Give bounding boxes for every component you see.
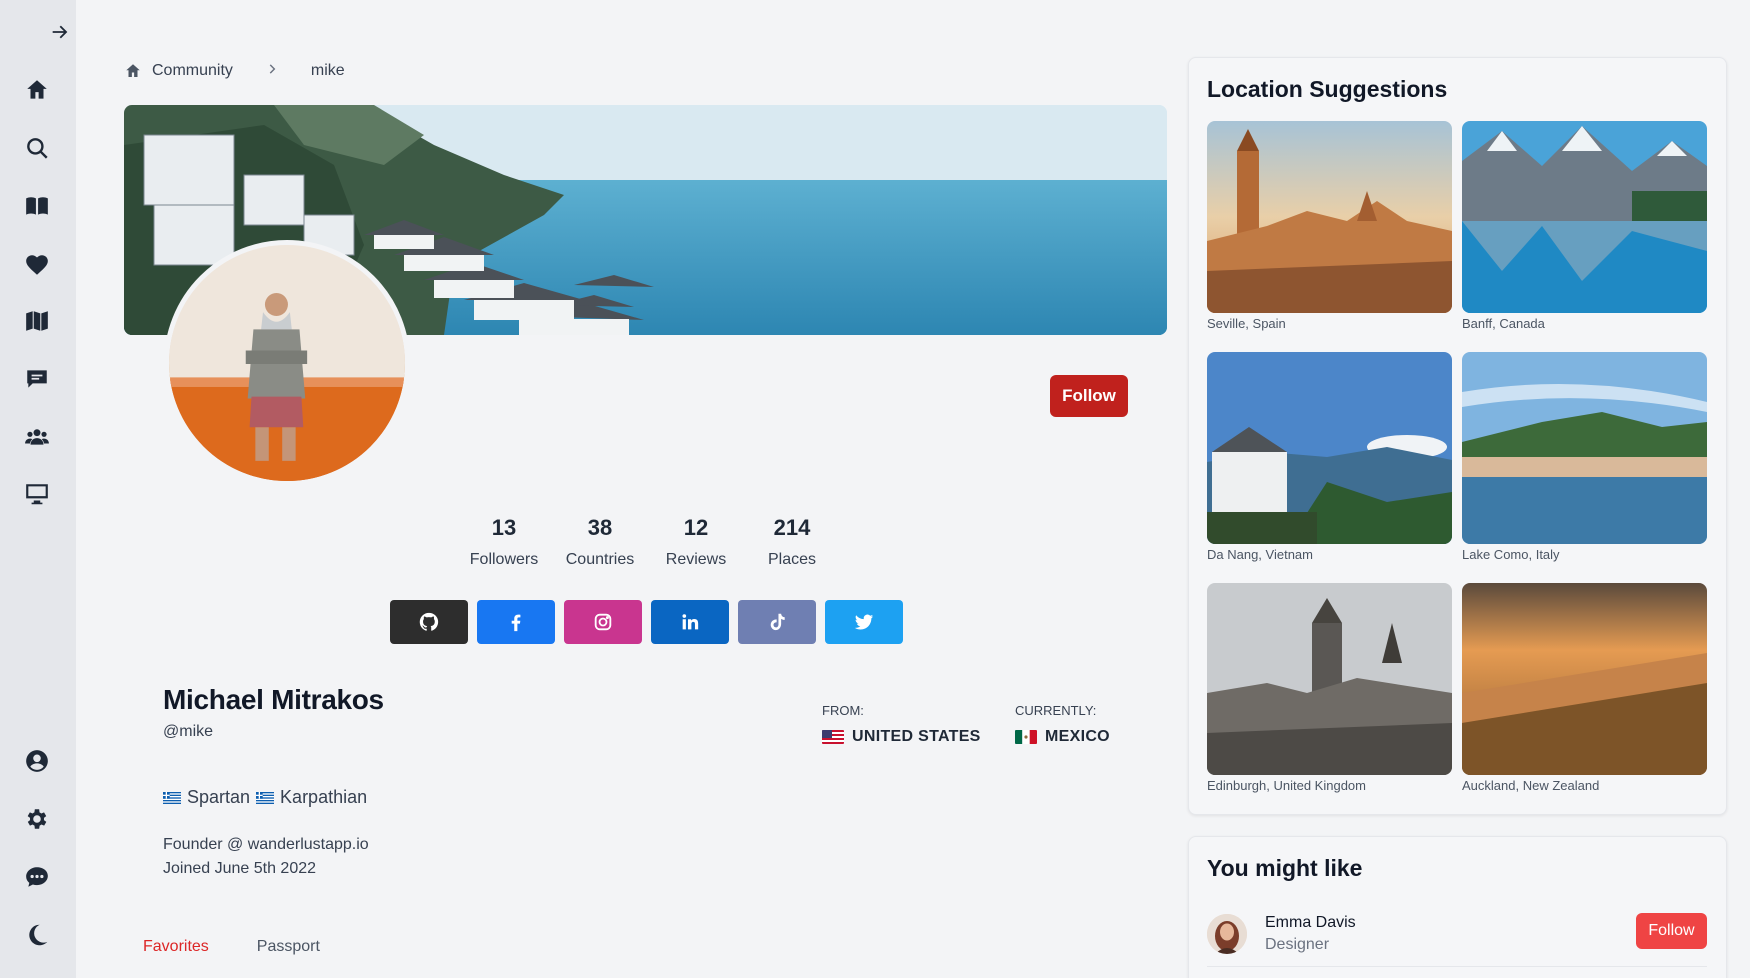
github-button[interactable] xyxy=(390,600,468,644)
location-name: Edinburgh, United Kingdom xyxy=(1207,778,1366,793)
sidebar xyxy=(0,0,76,978)
tab-favorites[interactable]: Favorites xyxy=(143,938,209,956)
us-flag-icon xyxy=(822,730,844,744)
facebook-icon xyxy=(511,614,521,632)
expand-sidebar-icon[interactable] xyxy=(44,16,76,48)
mexico-flag-icon xyxy=(1015,730,1037,744)
from-country: UNITED STATES xyxy=(852,728,981,745)
heritage-item: Spartan xyxy=(187,787,251,807)
location-card-seville[interactable]: Seville, Spain xyxy=(1207,121,1452,352)
search-icon[interactable] xyxy=(21,132,53,164)
location-image xyxy=(1207,352,1452,544)
greece-flag-icon xyxy=(163,791,181,804)
suggested-user-name[interactable]: Emma Davis xyxy=(1265,914,1356,932)
profile-name: Michael Mitrakos xyxy=(163,684,384,715)
stat-label: Reviews xyxy=(665,551,727,568)
stat-reviews[interactable]: 12 Reviews xyxy=(648,515,744,569)
profile-bio: Founder @ wanderlustapp.io Joined June 5… xyxy=(163,833,369,881)
follow-button[interactable]: Follow xyxy=(1050,375,1128,417)
breadcrumb-current: mike xyxy=(310,62,345,79)
follow-user-button[interactable]: Follow xyxy=(1636,913,1707,949)
location-card-da-nang[interactable]: Da Nang, Vietnam xyxy=(1207,352,1452,583)
greece-flag-icon xyxy=(256,791,275,804)
bio-founder: Founder @ wanderlustapp.io xyxy=(163,836,369,853)
location-image xyxy=(1462,121,1707,313)
messages-icon[interactable] xyxy=(21,363,53,395)
gear-icon[interactable] xyxy=(21,803,53,835)
breadcrumb-community[interactable]: Community xyxy=(152,62,233,80)
linkedin-button[interactable] xyxy=(651,600,729,644)
currently-section: CURRENTLY: MEXICO xyxy=(1015,703,1110,746)
breadcrumb: Community mike xyxy=(124,58,345,84)
twitter-button[interactable] xyxy=(825,600,903,644)
profile-avatar xyxy=(164,240,410,486)
location-name: Seville, Spain xyxy=(1207,316,1286,331)
you-might-like-panel: You might like Emma Davis Designer Follo… xyxy=(1188,836,1727,978)
profile-handle: @mike xyxy=(163,723,214,740)
instagram-icon xyxy=(594,613,612,631)
location-image xyxy=(1207,121,1452,313)
location-name: Auckland, New Zealand xyxy=(1462,778,1600,793)
stat-countries[interactable]: 38 Countries xyxy=(552,515,648,569)
location-image xyxy=(1462,352,1707,544)
home-icon[interactable] xyxy=(21,74,53,106)
stat-value: 214 xyxy=(773,515,811,540)
stat-label: Followers xyxy=(469,551,539,568)
facebook-button[interactable] xyxy=(477,600,555,644)
map-icon[interactable] xyxy=(21,305,53,337)
home-icon[interactable] xyxy=(124,62,142,80)
heritage-item: Karpathian xyxy=(280,787,368,807)
profile-stats: 13 Followers 38 Countries 12 Reviews 214… xyxy=(456,515,840,569)
location-grid: Seville, Spain Banff, Canada Da Nang, Vi… xyxy=(1207,121,1707,814)
location-image xyxy=(1462,583,1707,775)
chat-icon[interactable] xyxy=(21,861,53,893)
stat-places[interactable]: 214 Places xyxy=(744,515,840,569)
avatar[interactable] xyxy=(1207,913,1247,954)
stat-value: 12 xyxy=(683,515,709,540)
location-suggestions-title: Location Suggestions xyxy=(1207,76,1448,102)
twitter-icon xyxy=(854,614,874,630)
social-links xyxy=(390,600,903,644)
bio-joined: Joined June 5th 2022 xyxy=(163,860,317,877)
profile-icon[interactable] xyxy=(21,745,53,777)
location-card-edinburgh[interactable]: Edinburgh, United Kingdom xyxy=(1207,583,1452,814)
app-root: Community mike Follow 13 Followers 38 Co… xyxy=(0,0,1750,978)
suggested-user-row: Emma Davis Designer Follow xyxy=(1207,913,1707,967)
github-icon xyxy=(419,612,439,631)
location-name: Banff, Canada xyxy=(1462,316,1545,331)
moon-icon[interactable] xyxy=(21,919,53,951)
location-card-banff[interactable]: Banff, Canada xyxy=(1462,121,1707,352)
linkedin-icon xyxy=(682,614,699,630)
location-suggestions-panel: Location Suggestions Seville, Spain Banf… xyxy=(1188,57,1727,815)
book-icon[interactable] xyxy=(21,190,53,222)
stat-label: Places xyxy=(767,551,817,568)
location-card-auckland[interactable]: Auckland, New Zealand xyxy=(1462,583,1707,814)
stat-value: 13 xyxy=(491,515,517,540)
location-image xyxy=(1207,583,1452,775)
location-card-lake-como[interactable]: Lake Como, Italy xyxy=(1462,352,1707,583)
suggested-user-role: Designer xyxy=(1265,935,1330,953)
stat-value: 38 xyxy=(587,515,613,540)
users-icon[interactable] xyxy=(21,421,53,453)
heritage: Spartan Karpathian xyxy=(163,787,367,808)
chevron-right-icon xyxy=(265,62,279,81)
location-name: Lake Como, Italy xyxy=(1462,547,1560,562)
location-name: Da Nang, Vietnam xyxy=(1207,547,1313,562)
stat-label: Countries xyxy=(565,551,635,568)
currently-country: MEXICO xyxy=(1045,728,1110,745)
monitor-icon[interactable] xyxy=(21,478,53,510)
currently-label: CURRENTLY: xyxy=(1015,703,1097,718)
from-section: FROM: UNITED STATES xyxy=(822,703,981,746)
from-label: FROM: xyxy=(822,703,864,718)
tab-passport[interactable]: Passport xyxy=(257,938,320,956)
instagram-button[interactable] xyxy=(564,600,642,644)
stat-followers[interactable]: 13 Followers xyxy=(456,515,552,569)
tiktok-button[interactable] xyxy=(738,600,816,644)
main-content: Community mike Follow 13 Followers 38 Co… xyxy=(76,0,1170,978)
heart-icon[interactable] xyxy=(21,249,53,281)
profile-tabs: Favorites Passport xyxy=(143,938,320,956)
tiktok-icon xyxy=(770,613,785,631)
you-might-like-title: You might like xyxy=(1207,855,1363,881)
